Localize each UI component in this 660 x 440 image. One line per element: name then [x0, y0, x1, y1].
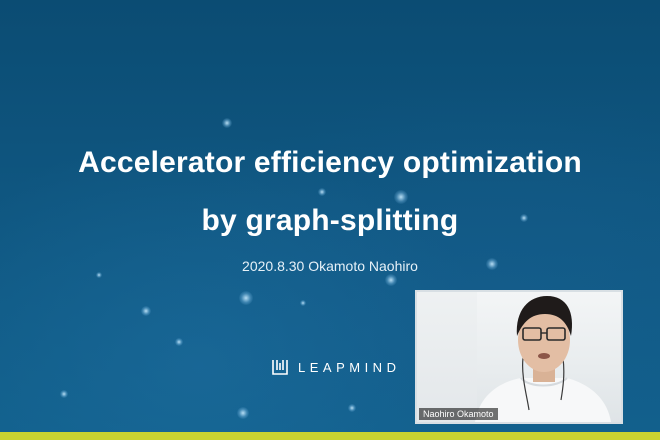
sparkle — [237, 407, 249, 419]
participant-name-label: Naohiro Okamoto — [419, 408, 498, 420]
sparkle — [175, 338, 183, 346]
slide-title-line-2: by graph-splitting — [201, 204, 459, 237]
participant-video-image — [475, 296, 611, 422]
sparkle — [300, 300, 306, 306]
sparkle — [385, 274, 397, 286]
sparkle — [239, 291, 253, 305]
accent-bar — [0, 432, 660, 440]
slide-title-line-1: Accelerator efficiency optimization — [78, 146, 582, 179]
sparkle — [348, 404, 356, 412]
sparkle — [222, 118, 232, 128]
leapmind-logo-icon — [272, 360, 288, 375]
sparkle — [318, 188, 326, 196]
logo-text: LEAPMIND — [298, 359, 401, 375]
sparkle — [141, 306, 151, 316]
slide-subtitle: 2020.8.30 Okamoto Naohiro — [242, 258, 418, 274]
sparkle — [60, 390, 68, 398]
sparkle — [394, 190, 408, 204]
participant-video-tile[interactable]: Naohiro Okamoto — [415, 290, 623, 424]
leapmind-logo: LEAPMIND — [272, 359, 400, 375]
